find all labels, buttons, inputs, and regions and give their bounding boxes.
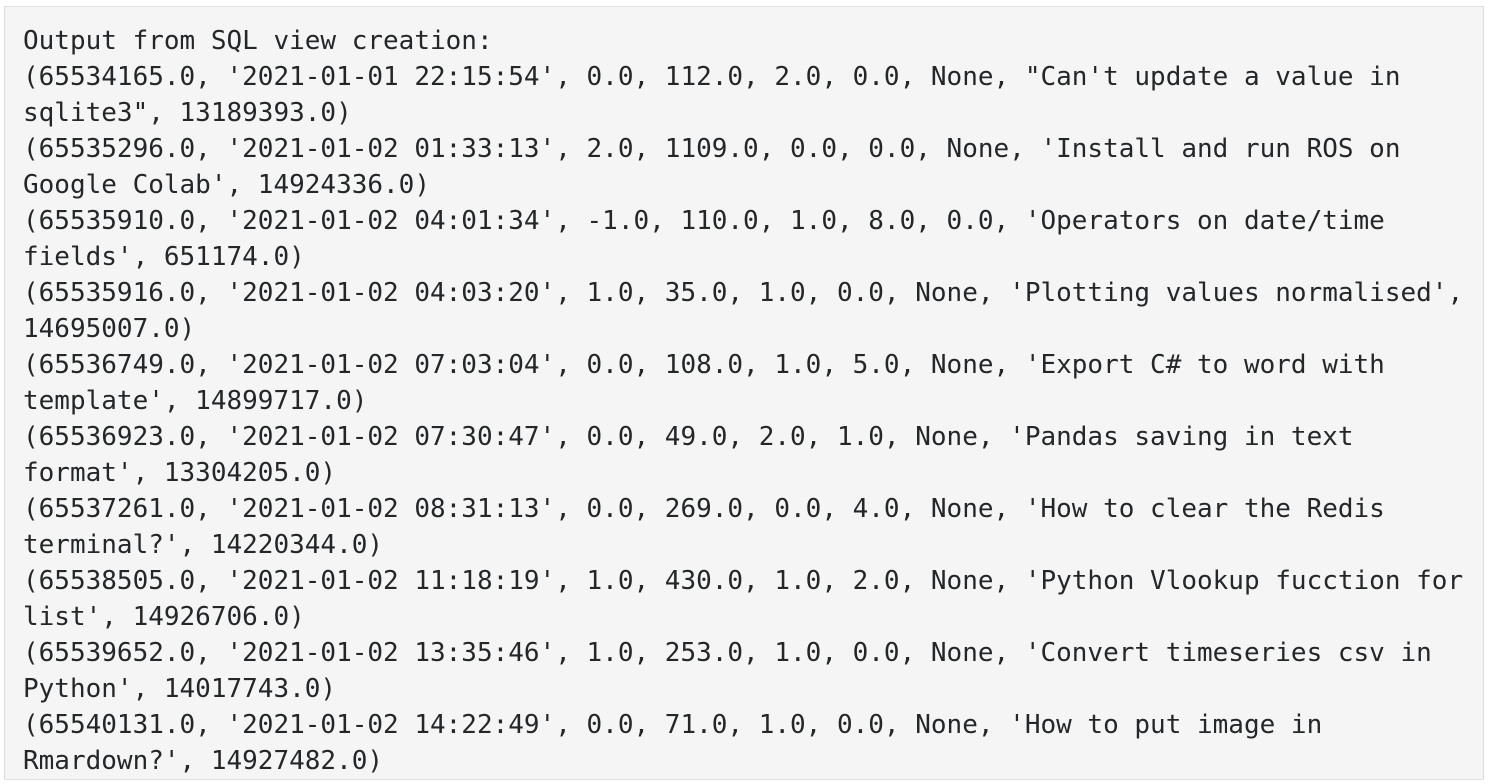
code-line: format', 13304205.0) (23, 458, 337, 488)
code-line: (65535910.0, '2021-01-02 04:01:34', -1.0… (23, 206, 1385, 236)
code-line: (65539652.0, '2021-01-02 13:35:46', 1.0,… (23, 638, 1432, 668)
code-line: (65537261.0, '2021-01-02 08:31:13', 0.0,… (23, 494, 1385, 524)
code-line: fields', 651174.0) (23, 242, 305, 272)
code-line: Rmardown?', 14927482.0) (23, 746, 384, 776)
code-line: terminal?', 14220344.0) (23, 530, 384, 560)
code-text: Output from SQL view creation: (65534165.… (23, 23, 1469, 779)
code-line: template', 14899717.0) (23, 386, 368, 416)
code-line: 14695007.0) (23, 314, 196, 344)
code-line: Python', 14017743.0) (23, 674, 337, 704)
code-line: Output from SQL view creation: (23, 26, 493, 56)
code-line: (65534165.0, '2021-01-01 22:15:54', 0.0,… (23, 62, 1401, 92)
code-line: (65536749.0, '2021-01-02 07:03:04', 0.0,… (23, 350, 1385, 380)
code-line: (65535916.0, '2021-01-02 04:03:20', 1.0,… (23, 278, 1464, 308)
code-line: (65538505.0, '2021-01-02 11:18:19', 1.0,… (23, 566, 1464, 596)
code-line: (65540131.0, '2021-01-02 14:22:49', 0.0,… (23, 710, 1323, 740)
code-line: sqlite3", 13189393.0) (23, 98, 352, 128)
code-line: list', 14926706.0) (23, 602, 305, 632)
code-line: Google Colab', 14924336.0) (23, 170, 430, 200)
code-output-block[interactable]: Output from SQL view creation: (65534165.… (4, 6, 1484, 780)
code-line: (65535296.0, '2021-01-02 01:33:13', 2.0,… (23, 134, 1401, 164)
code-line: (65536923.0, '2021-01-02 07:30:47', 0.0,… (23, 422, 1354, 452)
